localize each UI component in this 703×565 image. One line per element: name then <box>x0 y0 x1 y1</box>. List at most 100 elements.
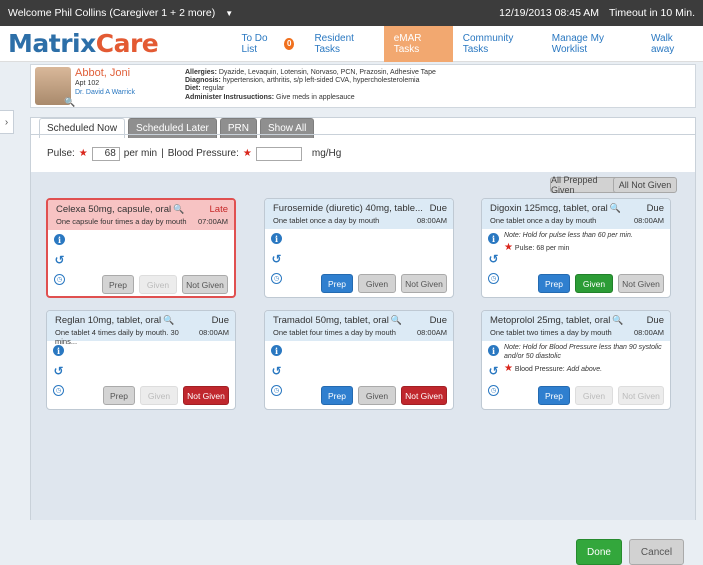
clock-icon[interactable]: ◷ <box>53 385 64 396</box>
info-icon[interactable]: i <box>54 234 65 245</box>
clock-icon[interactable]: ◷ <box>54 274 65 285</box>
blood-pressure-input[interactable] <box>255 146 302 161</box>
undo-icon[interactable]: ↺ <box>488 252 499 266</box>
info-icon[interactable]: i <box>271 233 282 244</box>
not-given-button[interactable]: Not Given <box>183 386 229 405</box>
welcome-text: Welcome Phil Collins (Caregiver 1 + 2 mo… <box>8 7 216 19</box>
med-card: Celexa 50mg, capsule, oral 🔍 Late One cap… <box>46 198 236 298</box>
med-card: Furosemide (diuretic) 40mg, table...🔍 Du… <box>264 198 454 298</box>
required-star-icon: ★ <box>504 363 513 374</box>
status-badge: Due <box>429 315 447 326</box>
search-icon[interactable]: 🔍 <box>391 315 402 325</box>
status-badge: Due <box>211 315 229 326</box>
prep-button[interactable]: Prep <box>102 275 134 294</box>
status-badge: Due <box>646 203 664 214</box>
nav-community-tasks[interactable]: Community Tasks <box>453 26 542 62</box>
med-title: Digoxin 125mcg, tablet, oral <box>490 203 608 214</box>
user-menu[interactable]: Welcome Phil Collins (Caregiver 1 + 2 mo… <box>8 7 233 19</box>
todo-count-badge: 0 <box>284 37 295 50</box>
resident-details: Allergies: Dyazide, Levaquin, Lotensin, … <box>185 69 436 101</box>
prep-button[interactable]: Prep <box>538 274 570 293</box>
datetime: 12/19/2013 08:45 AM <box>499 7 600 19</box>
done-button[interactable]: Done <box>576 539 622 565</box>
required-star-icon: ★ <box>78 148 88 159</box>
pulse-input[interactable]: 68 <box>91 146 120 161</box>
timeout-text: Timeout in 10 Min. <box>609 7 695 19</box>
status-badge: Due <box>646 315 664 326</box>
nav-manage-worklist[interactable]: Manage My Worklist <box>542 26 641 62</box>
not-given-button[interactable]: Not Given <box>401 386 447 405</box>
given-button[interactable]: Given <box>140 386 178 405</box>
prep-button[interactable]: Prep <box>321 274 353 293</box>
chevron-right-icon: › <box>4 116 9 128</box>
undo-icon[interactable]: ↺ <box>54 253 65 267</box>
med-card: Digoxin 125mcg, tablet, oral 🔍 Due One ta… <box>481 198 671 298</box>
med-title: Reglan 10mg, tablet, oral <box>55 315 162 326</box>
info-icon[interactable]: i <box>488 345 499 356</box>
search-icon[interactable]: 🔍 <box>610 203 621 213</box>
resident-doctor[interactable]: Dr. David A Warrick <box>75 88 185 97</box>
given-button[interactable]: Given <box>575 274 613 293</box>
app-logo: MatrixCare <box>8 29 159 58</box>
expand-sidebar-button[interactable]: › <box>0 110 14 134</box>
clock-icon[interactable]: ◷ <box>488 273 499 284</box>
resident-card: 🔍 Abbot, Joni Apt 102 Dr. David A Warric… <box>30 64 696 108</box>
undo-icon[interactable]: ↺ <box>53 364 64 378</box>
not-given-button[interactable]: Not Given <box>401 274 447 293</box>
info-icon[interactable]: i <box>488 233 499 244</box>
emar-panel: Scheduled Now Scheduled Later PRN Show A… <box>30 117 696 565</box>
med-card: Metoprolol 25mg, tablet, oral 🔍 Due One t… <box>481 310 671 410</box>
not-given-button[interactable]: Not Given <box>182 275 228 294</box>
prep-button[interactable]: Prep <box>103 386 135 405</box>
nav-resident-tasks[interactable]: Resident Tasks <box>304 26 383 62</box>
cancel-button[interactable]: Cancel <box>629 539 684 565</box>
given-button[interactable]: Given <box>575 386 613 405</box>
clock-icon[interactable]: ◷ <box>271 273 282 284</box>
required-star-icon: ★ <box>504 242 513 253</box>
med-vital: ★ Blood Pressure: Add above. <box>504 363 603 374</box>
med-title: Tramadol 50mg, tablet, oral <box>273 315 389 326</box>
search-icon[interactable]: 🔍 <box>163 315 174 325</box>
given-button[interactable]: Given <box>358 386 396 405</box>
top-bar: Welcome Phil Collins (Caregiver 1 + 2 mo… <box>0 0 703 26</box>
prep-button[interactable]: Prep <box>538 386 570 405</box>
nav-walk-away[interactable]: Walk away <box>641 26 703 62</box>
zoom-icon[interactable]: 🔍 <box>64 97 75 107</box>
vitals-row: Pulse: ★ 68 per min | Blood Pressure: ★ … <box>31 134 695 172</box>
required-star-icon: ★ <box>242 148 252 159</box>
clock-icon[interactable]: ◷ <box>488 385 499 396</box>
resident-avatar: 🔍 <box>35 67 75 107</box>
nav-todo-list[interactable]: To Do List 0 <box>231 26 304 62</box>
prep-button[interactable]: Prep <box>321 386 353 405</box>
med-note: Note: Hold for pulse less than 60 per mi… <box>504 232 633 239</box>
given-button[interactable]: Given <box>139 275 177 294</box>
resident-name: Abbot, Joni <box>75 67 131 79</box>
app-header: MatrixCare To Do List 0 Resident Tasks eM… <box>0 25 703 62</box>
info-icon[interactable]: i <box>271 345 282 356</box>
med-title: Furosemide (diuretic) 40mg, table... <box>273 203 423 214</box>
search-icon[interactable]: 🔍 <box>173 204 184 214</box>
undo-icon[interactable]: ↺ <box>271 252 282 266</box>
med-note: Note: Hold for Blood Pressure less than … <box>504 344 662 360</box>
med-card: Reglan 10mg, tablet, oral 🔍 Due One table… <box>46 310 236 410</box>
clock-icon[interactable]: ◷ <box>271 385 282 396</box>
status-badge: Late <box>209 204 229 215</box>
med-title: Celexa 50mg, capsule, oral <box>56 204 172 215</box>
not-given-button[interactable]: Not Given <box>618 386 664 405</box>
chevron-down-icon[interactable]: ▼ <box>225 9 233 18</box>
all-not-given-button[interactable]: All Not Given <box>613 177 677 193</box>
medication-grid: All Prepped Given All Not Given Celexa 5… <box>31 172 695 565</box>
status-badge: Due <box>429 203 447 214</box>
search-icon[interactable]: 🔍 <box>612 315 623 325</box>
given-button[interactable]: Given <box>358 274 396 293</box>
not-given-button[interactable]: Not Given <box>618 274 664 293</box>
info-icon[interactable]: i <box>53 345 64 356</box>
nav-emar-tasks[interactable]: eMAR Tasks <box>383 25 453 62</box>
resident-apt: Apt 102 <box>75 80 100 87</box>
med-card: Tramadol 50mg, tablet, oral 🔍 Due One tab… <box>264 310 454 410</box>
undo-icon[interactable]: ↺ <box>271 364 282 378</box>
main-nav: To Do List 0 Resident Tasks eMAR Tasks Co… <box>231 25 703 62</box>
med-vital: ★ Pulse: 68 per min <box>504 242 570 253</box>
undo-icon[interactable]: ↺ <box>488 364 499 378</box>
all-prepped-given-button[interactable]: All Prepped Given <box>550 175 618 195</box>
